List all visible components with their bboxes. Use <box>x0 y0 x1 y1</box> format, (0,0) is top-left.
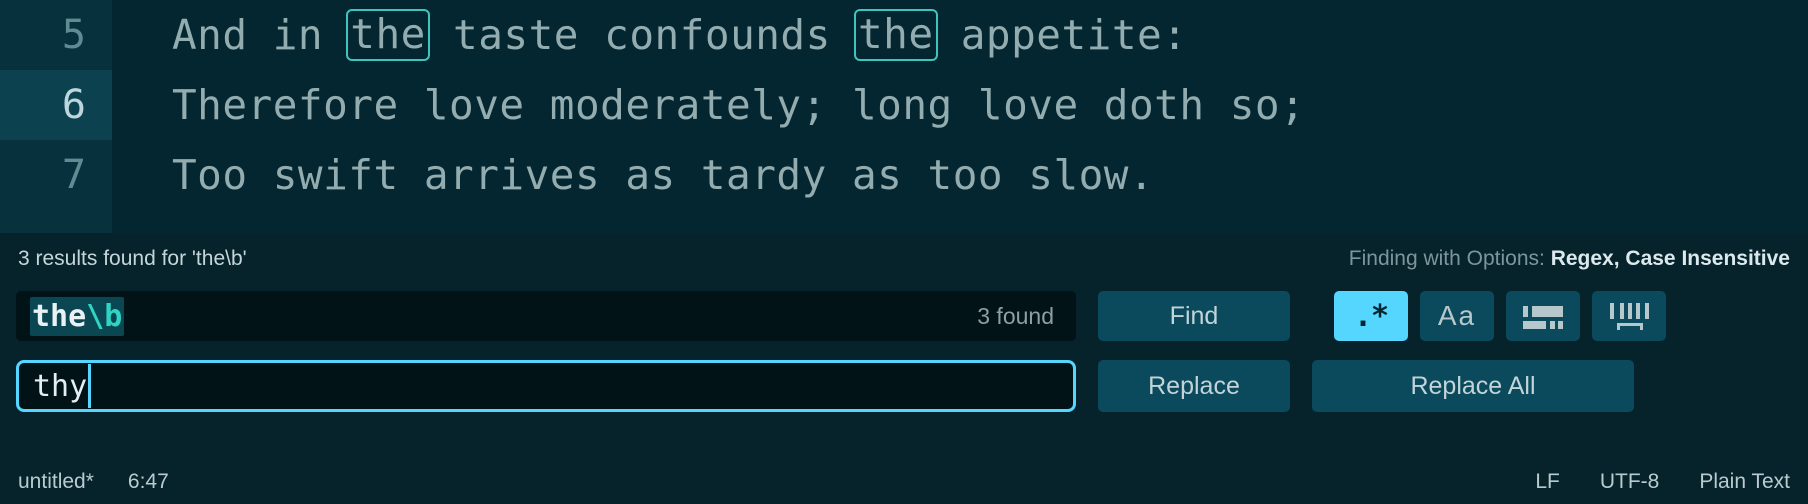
status-bar-left: untitled* 6:47 <box>18 470 169 494</box>
line-number[interactable]: 6 <box>0 70 112 140</box>
toggle-match-case-button[interactable]: Aa <box>1420 291 1494 341</box>
code-text: taste confounds <box>427 11 856 59</box>
code-text: Therefore love moderately; long love dot… <box>172 81 1306 129</box>
results-found-label: 3 results found for 'the\b' <box>18 247 247 270</box>
match-case-icon: Aa <box>1437 300 1477 331</box>
toggle-regex-button[interactable]: .* <box>1334 291 1408 341</box>
code-text: Too swift arrives as tardy as too slow. <box>172 151 1155 199</box>
find-button[interactable]: Find <box>1098 291 1290 341</box>
search-input[interactable]: the\b 3 found <box>16 291 1076 341</box>
search-match-highlight: the <box>346 8 430 62</box>
search-match-highlight: the <box>854 8 938 62</box>
find-status-row: 3 results found for 'the\b' Finding with… <box>16 233 1792 285</box>
find-replace-panel: 3 results found for 'the\b' Finding with… <box>0 233 1808 460</box>
replace-button[interactable]: Replace <box>1098 360 1290 412</box>
code-text-area[interactable]: And in the taste confounds the appetite:… <box>112 0 1808 233</box>
toggle-whole-word-button[interactable] <box>1506 291 1580 341</box>
code-text: appetite: <box>935 11 1188 59</box>
code-editor[interactable]: 567 And in the taste confounds the appet… <box>0 0 1808 233</box>
code-line[interactable]: And in the taste confounds the appetite: <box>112 0 1808 70</box>
search-escape-text: \b <box>86 298 123 334</box>
code-line[interactable]: Too swift arrives as tardy as too slow. <box>112 140 1808 210</box>
status-encoding[interactable]: UTF-8 <box>1600 470 1660 494</box>
status-language-mode[interactable]: Plain Text <box>1699 470 1790 494</box>
status-line-ending[interactable]: LF <box>1535 470 1560 494</box>
search-option-toggles: .* Aa <box>1334 291 1666 341</box>
replace-input-value: thy <box>33 368 88 404</box>
code-line[interactable]: Therefore love moderately; long love dot… <box>112 70 1808 140</box>
in-selection-icon <box>1610 303 1649 330</box>
whole-word-icon <box>1523 306 1563 329</box>
code-text: And in <box>172 11 349 59</box>
text-cursor <box>88 364 92 408</box>
status-bar: untitled* 6:47 LF UTF-8 Plain Text <box>0 460 1808 504</box>
finding-options-value: Regex, Case Insensitive <box>1550 247 1790 270</box>
replace-input[interactable]: thy <box>16 360 1076 412</box>
line-number[interactable]: 5 <box>0 0 112 70</box>
replace-row: thy Replace Replace All <box>16 355 1792 417</box>
toggle-in-selection-button[interactable] <box>1592 291 1666 341</box>
search-found-count: 3 found <box>977 302 1054 329</box>
search-input-value: the\b <box>30 296 125 336</box>
find-row: the\b 3 found Find .* Aa <box>16 285 1792 347</box>
status-cursor-position[interactable]: 6:47 <box>128 470 169 494</box>
line-number[interactable]: 7 <box>0 140 112 210</box>
finding-options-prefix: Finding with Options: <box>1348 247 1551 270</box>
status-bar-right: LF UTF-8 Plain Text <box>1535 470 1790 494</box>
replace-all-button[interactable]: Replace All <box>1312 360 1634 412</box>
finding-options-label: Finding with Options: Regex, Case Insens… <box>1349 247 1792 271</box>
editor-window: 567 And in the taste confounds the appet… <box>0 0 1808 504</box>
status-filename[interactable]: untitled* <box>18 470 94 494</box>
line-number-gutter: 567 <box>0 0 112 233</box>
regex-icon: .* <box>1353 298 1389 334</box>
search-literal-text: the <box>32 298 87 334</box>
